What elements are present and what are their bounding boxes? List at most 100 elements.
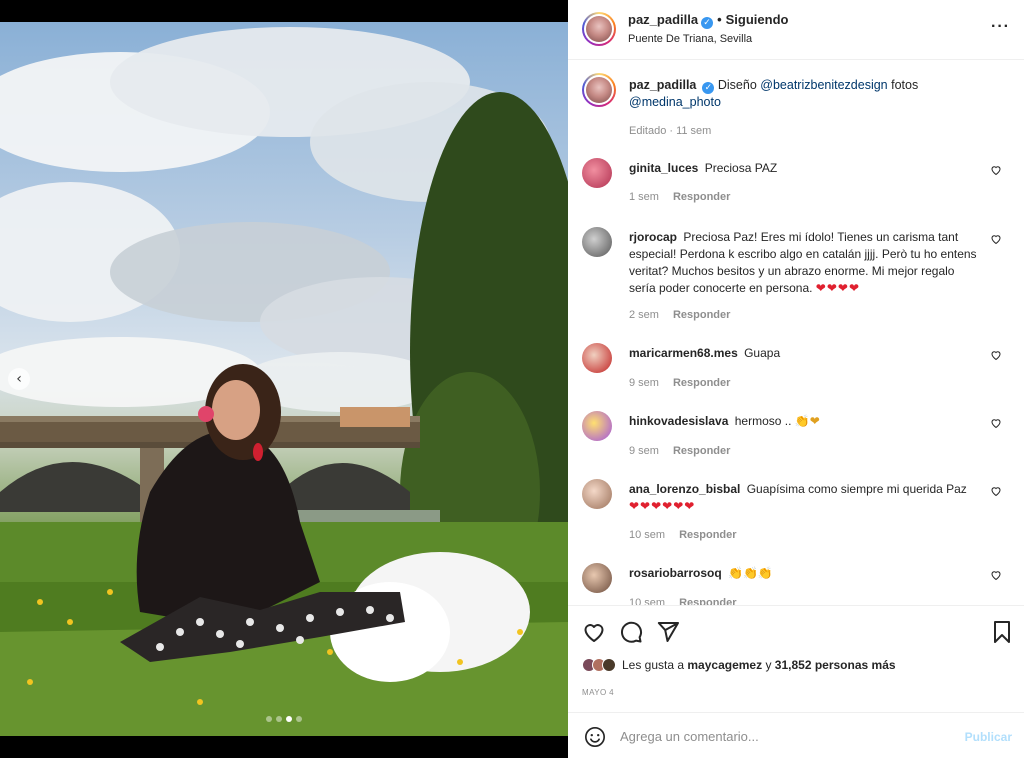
reply-button[interactable]: Responder — [673, 309, 730, 321]
caption-text-pre: Diseño — [717, 78, 757, 92]
comment-input[interactable] — [620, 723, 950, 749]
more-icon[interactable]: ··· — [991, 18, 1010, 36]
caption-meta: Editado · 11 sem — [629, 125, 712, 137]
verified-icon: ✓ — [702, 82, 715, 94]
comment-item: rosariobarrosoq 👏👏👏 10 sem Responder — [582, 563, 1012, 605]
carousel-prev-button[interactable]: ‹ — [8, 368, 30, 390]
commenter-avatar[interactable] — [582, 479, 612, 509]
comment-text: hinkovadesislava hermoso .. 👏❤ — [629, 413, 979, 430]
comment-meta: 10 sem Responder — [629, 597, 737, 605]
likes-user[interactable]: maycagemez — [687, 658, 762, 672]
bookmark-icon[interactable] — [990, 620, 1014, 644]
commenter-avatar[interactable] — [582, 343, 612, 373]
post-photo[interactable]: ‹ — [0, 22, 568, 736]
comment-item: hinkovadesislava hermoso .. 👏❤ 9 sem Resp… — [582, 411, 1012, 461]
likes-count[interactable]: 31,852 personas más — [775, 658, 896, 672]
comment-username[interactable]: rosariobarrosoq — [629, 566, 722, 580]
reply-button[interactable]: Responder — [673, 191, 730, 203]
comment-text: ana_lorenzo_bisbal Guapísima como siempr… — [629, 481, 979, 515]
caption-text: paz_padilla ✓ Diseño @beatrizbenitezdesig… — [629, 77, 959, 111]
heart-icon[interactable] — [990, 485, 1002, 497]
comment-text: ginita_luces Preciosa PAZ — [629, 160, 979, 177]
emoji-icon[interactable] — [584, 726, 606, 748]
heart-icon[interactable] — [990, 349, 1002, 361]
heart-icon[interactable] — [990, 164, 1002, 176]
comment-username[interactable]: ginita_luces — [629, 161, 698, 175]
comment-icon[interactable] — [619, 620, 643, 644]
commenter-avatar[interactable] — [582, 563, 612, 593]
reply-button[interactable]: Responder — [679, 529, 736, 541]
heart-icon[interactable] — [582, 620, 606, 644]
caption-mention[interactable]: @beatrizbenitezdesign — [760, 78, 887, 92]
comment-emoji: ❤❤❤❤ — [815, 281, 861, 295]
following-button[interactable]: Siguiendo — [726, 12, 789, 27]
comment-content: Guapísima como siempre mi querida Paz — [746, 482, 967, 496]
commenter-avatar[interactable] — [582, 158, 612, 188]
comment-username[interactable]: ana_lorenzo_bisbal — [629, 482, 740, 496]
chevron-left-icon: ‹ — [16, 371, 22, 387]
comment-time: 10 sem — [629, 529, 666, 541]
comment-item: maricarmen68.mes Guapa 9 sem Responder — [582, 343, 1012, 393]
comment-text: rjorocap Preciosa Paz! Eres mi ídolo! Ti… — [629, 229, 979, 297]
avatar[interactable] — [582, 12, 616, 46]
post-location[interactable]: Puente De Triana, Sevilla — [628, 33, 752, 45]
comment-content: Guapa — [744, 346, 781, 360]
comment-meta: 10 sem Responder — [629, 529, 737, 541]
header-separator: • — [717, 12, 722, 27]
caption-avatar[interactable] — [582, 73, 616, 107]
post-header: paz_padilla ✓ • Siguiendo Puente De Triana,… — [568, 0, 1024, 60]
comment-content: Preciosa PAZ — [704, 161, 778, 175]
comment-text: rosariobarrosoq 👏👏👏 — [629, 565, 979, 582]
comment-time: 9 sem — [629, 377, 659, 389]
share-icon[interactable] — [656, 620, 680, 644]
carousel-dot-active — [286, 716, 292, 722]
carousel-dot — [276, 716, 282, 722]
comment-item: rjorocap Preciosa Paz! Eres mi ídolo! Ti… — [582, 227, 1012, 327]
comment-content: Preciosa Paz! Eres mi ídolo! Tienes un c… — [629, 230, 977, 295]
verified-icon: ✓ — [701, 17, 714, 29]
carousel-dot — [266, 716, 272, 722]
caption-username[interactable]: paz_padilla — [629, 78, 696, 92]
comment-username[interactable]: rjorocap — [629, 230, 677, 244]
comment-item: ginita_luces Preciosa PAZ 1 sem Responder — [582, 158, 1012, 208]
comment-time: 1 sem — [629, 191, 659, 203]
likes-prefix: Les gusta a — [622, 658, 685, 672]
comment-time: 9 sem — [629, 445, 659, 457]
comment-username[interactable]: maricarmen68.mes — [629, 346, 738, 360]
carousel-dots — [266, 716, 302, 722]
comment-meta: 9 sem Responder — [629, 445, 730, 457]
likes-text: Les gusta a maycagemez y 31,852 personas… — [622, 658, 896, 672]
likes-middle: y — [765, 658, 772, 672]
heart-icon[interactable] — [990, 569, 1002, 581]
comment-time: 10 sem — [629, 597, 666, 605]
caption-mention[interactable]: @medina_photo — [629, 95, 721, 109]
post-panel: paz_padilla ✓ • Siguiendo Puente De Triana,… — [568, 0, 1024, 758]
comments-list[interactable]: paz_padilla ✓ Diseño @beatrizbenitezdesig… — [568, 61, 1024, 605]
heart-icon[interactable] — [990, 233, 1002, 245]
commenter-avatar[interactable] — [582, 411, 612, 441]
header-user-row: paz_padilla ✓ • Siguiendo — [628, 12, 788, 29]
liker-avatar — [602, 658, 616, 672]
comment-username[interactable]: hinkovadesislava — [629, 414, 728, 428]
comment-meta: 9 sem Responder — [629, 377, 730, 389]
comment-emoji: 👏👏👏 — [728, 566, 773, 580]
publish-button[interactable]: Publicar — [965, 730, 1012, 744]
reply-button[interactable]: Responder — [673, 377, 730, 389]
add-comment-bar: Publicar — [568, 712, 1024, 758]
comment-emoji: 👏❤ — [794, 414, 820, 428]
post-actions: Les gusta a maycagemez y 31,852 personas… — [568, 605, 1024, 711]
comment-emoji: ❤❤❤❤❤❤ — [629, 499, 696, 513]
reply-button[interactable]: Responder — [679, 597, 736, 605]
comment-item: ana_lorenzo_bisbal Guapísima como siempr… — [582, 479, 1012, 549]
comment-time: 2 sem — [629, 309, 659, 321]
comment-text: maricarmen68.mes Guapa — [629, 345, 979, 362]
caption-text-mid: fotos — [891, 78, 919, 92]
photo-scene — [0, 27, 568, 736]
likes-summary[interactable]: Les gusta a maycagemez y 31,852 personas… — [582, 658, 896, 672]
header-username[interactable]: paz_padilla — [628, 12, 698, 27]
heart-icon[interactable] — [990, 417, 1002, 429]
comment-meta: 2 sem Responder — [629, 309, 730, 321]
comment-content: hermoso .. — [734, 414, 792, 428]
reply-button[interactable]: Responder — [673, 445, 730, 457]
commenter-avatar[interactable] — [582, 227, 612, 257]
